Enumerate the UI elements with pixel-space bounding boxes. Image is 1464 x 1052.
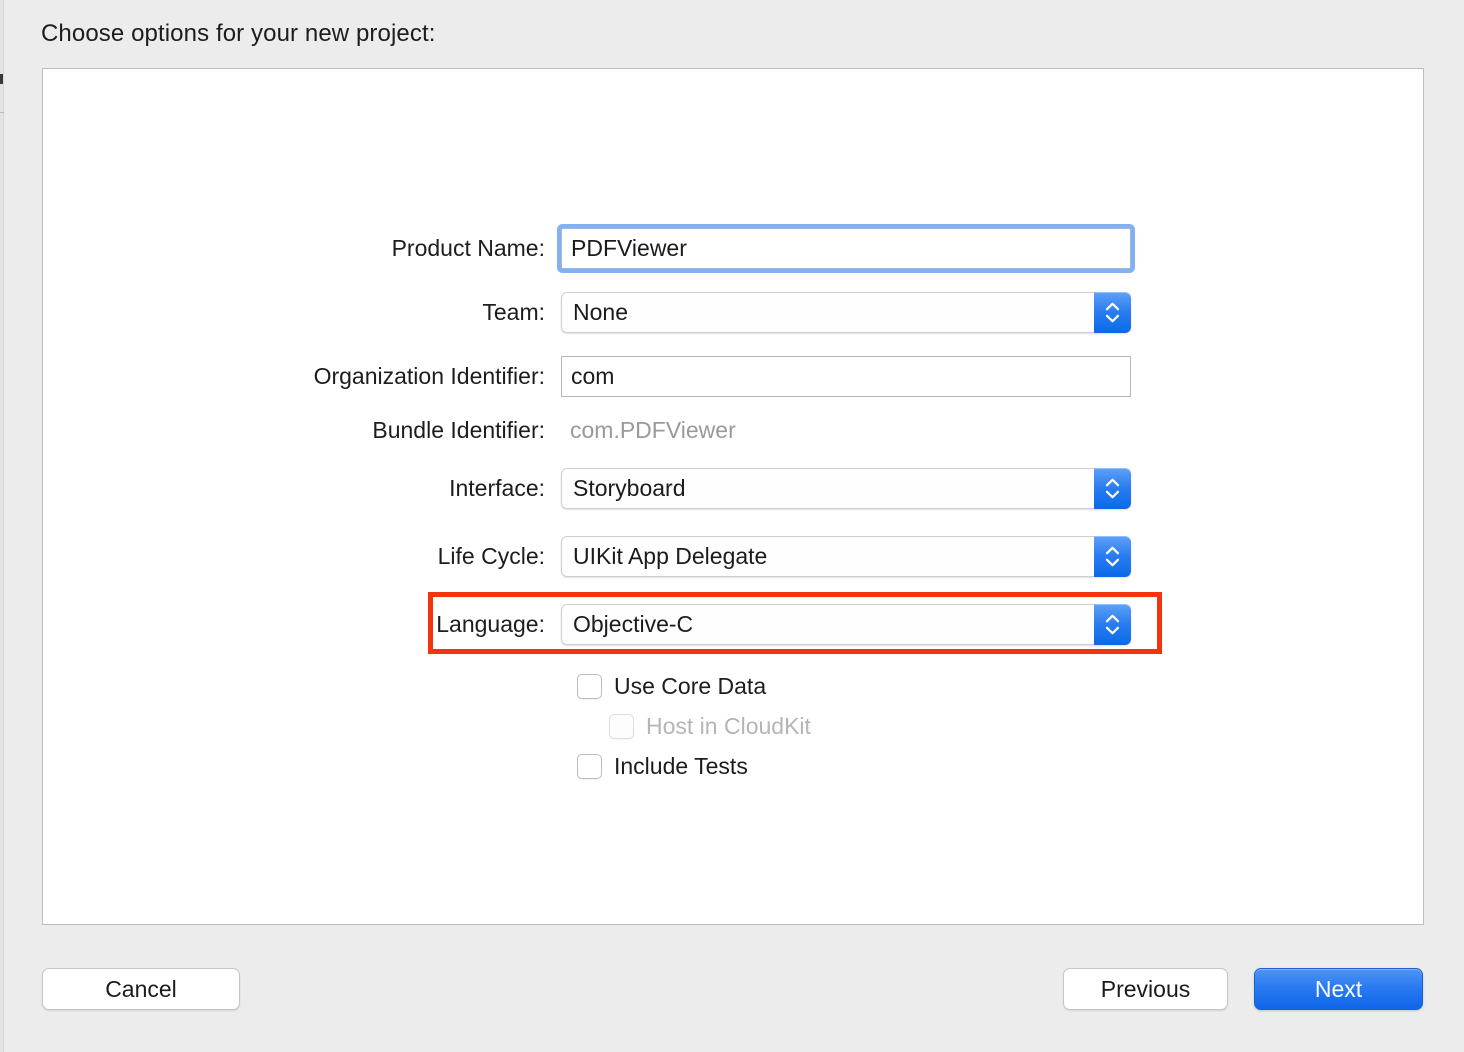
project-options-form: Product Name: PDFViewer Team: None Organ xyxy=(43,69,1423,924)
next-button[interactable]: Next xyxy=(1254,968,1423,1010)
include-tests-label: Include Tests xyxy=(614,753,748,779)
chevron-up-icon xyxy=(1105,614,1120,623)
host-in-cloudkit-label: Host in CloudKit xyxy=(646,713,811,739)
interface-popup-value: Storyboard xyxy=(573,474,686,501)
interface-popup-button[interactable]: Storyboard xyxy=(561,467,1131,509)
language-label: Language: xyxy=(436,610,545,637)
chevron-down-icon xyxy=(1105,490,1120,499)
product-name-input[interactable]: PDFViewer xyxy=(561,227,1131,269)
life-cycle-label: Life Cycle: xyxy=(437,542,545,569)
form-row-team: Team: None xyxy=(43,290,1131,334)
organization-identifier-input[interactable]: com xyxy=(561,355,1131,397)
page-title: Choose options for your new project: xyxy=(41,20,436,47)
chevron-up-icon xyxy=(1105,302,1120,311)
bundle-identifier-label: Bundle Identifier: xyxy=(372,416,545,443)
team-popup-button[interactable]: None xyxy=(561,291,1131,333)
window-edge-tick xyxy=(0,112,4,113)
form-row-bundle-identifier: Bundle Identifier: com.PDFViewer xyxy=(43,408,736,452)
chevron-up-icon xyxy=(1105,478,1120,487)
window-edge-notch xyxy=(0,74,3,84)
interface-stepper[interactable] xyxy=(1094,467,1131,509)
chevron-up-icon xyxy=(1105,546,1120,555)
chevron-down-icon xyxy=(1105,626,1120,635)
life-cycle-stepper[interactable] xyxy=(1094,535,1131,577)
form-row-language: Language: Objective-C xyxy=(43,602,1131,646)
use-core-data-label: Use Core Data xyxy=(614,673,767,699)
bundle-identifier-value: com.PDFViewer xyxy=(570,416,736,443)
life-cycle-popup-button[interactable]: UIKit App Delegate xyxy=(561,535,1131,577)
host-in-cloudkit-checkbox xyxy=(609,714,634,739)
language-stepper[interactable] xyxy=(1094,603,1131,645)
organization-identifier-label: Organization Identifier: xyxy=(313,362,545,389)
form-row-interface: Interface: Storyboard xyxy=(43,466,1131,510)
life-cycle-popup-value: UIKit App Delegate xyxy=(573,542,768,569)
language-popup-button[interactable]: Objective-C xyxy=(561,603,1131,645)
form-row-product-name: Product Name: PDFViewer xyxy=(43,226,1131,270)
product-name-label: Product Name: xyxy=(391,234,545,261)
interface-label: Interface: xyxy=(449,474,545,501)
team-stepper[interactable] xyxy=(1094,291,1131,333)
checkbox-row-use-core-data[interactable]: Use Core Data xyxy=(577,673,766,700)
team-popup-value: None xyxy=(573,298,628,325)
options-panel: Product Name: PDFViewer Team: None Organ xyxy=(42,68,1424,925)
include-tests-checkbox[interactable] xyxy=(577,754,602,779)
checkbox-row-host-in-cloudkit: Host in CloudKit xyxy=(609,713,811,740)
use-core-data-checkbox[interactable] xyxy=(577,674,602,699)
team-label: Team: xyxy=(482,298,545,325)
language-popup-value: Objective-C xyxy=(573,610,694,637)
cancel-button[interactable]: Cancel xyxy=(42,968,240,1010)
window-left-edge xyxy=(0,0,4,1052)
form-row-organization-identifier: Organization Identifier: com xyxy=(43,354,1131,398)
previous-button[interactable]: Previous xyxy=(1063,968,1228,1010)
chevron-down-icon xyxy=(1105,558,1120,567)
chevron-down-icon xyxy=(1105,314,1120,323)
checkbox-row-include-tests[interactable]: Include Tests xyxy=(577,753,748,780)
form-row-life-cycle: Life Cycle: UIKit App Delegate xyxy=(43,534,1131,578)
